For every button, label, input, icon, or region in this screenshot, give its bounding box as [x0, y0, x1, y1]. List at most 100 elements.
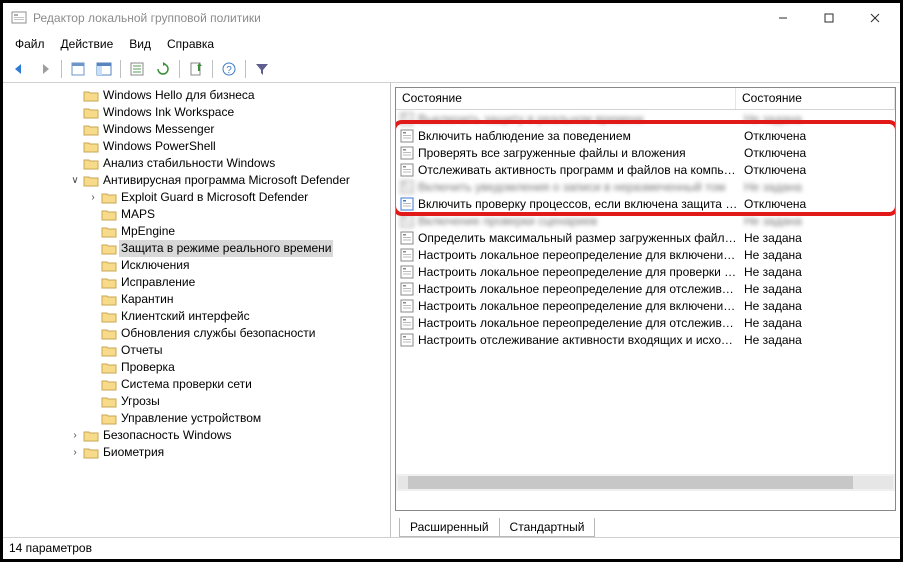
folder-icon: [83, 89, 99, 103]
list-row[interactable]: Включить наблюдение за поведениемОтключе…: [396, 127, 895, 144]
list-row-name: Настроить локальное переопределение для …: [416, 316, 738, 330]
tree-item[interactable]: Windows Ink Workspace: [69, 104, 390, 121]
minimize-button[interactable]: [760, 3, 806, 33]
tree-item[interactable]: Защита в режиме реального времени: [69, 240, 390, 257]
tab-extended[interactable]: Расширенный: [399, 518, 500, 537]
tree-item-label: Исключения: [119, 257, 192, 274]
list-row[interactable]: Настроить локальное переопределение для …: [396, 314, 895, 331]
expand-icon[interactable]: ›: [69, 427, 81, 444]
tree-item[interactable]: Анализ стабильности Windows: [69, 155, 390, 172]
tree-item[interactable]: Исключения: [69, 257, 390, 274]
toolbar-icon-3[interactable]: [125, 57, 149, 81]
policy-icon: [398, 333, 416, 347]
list-row-name: Настроить локальное переопределение для …: [416, 282, 738, 296]
list-row[interactable]: Настроить локальное переопределение для …: [396, 297, 895, 314]
tree-item[interactable]: Карантин: [69, 291, 390, 308]
tree-item[interactable]: ∨Антивирусная программа Microsoft Defend…: [69, 172, 390, 189]
list-row[interactable]: Включить уведомления о записи в неразмеч…: [396, 178, 895, 195]
policy-icon: [398, 231, 416, 245]
policy-icon: [398, 112, 416, 126]
list-header: Состояние Состояние: [396, 88, 895, 110]
tree-item[interactable]: MpEngine: [69, 223, 390, 240]
list-row-state: Не задана: [738, 214, 895, 228]
toolbar-separator-2: [120, 60, 121, 78]
statusbar-text: 14 параметров: [9, 541, 92, 555]
maximize-button[interactable]: [806, 3, 852, 33]
expand-icon[interactable]: ›: [87, 189, 99, 206]
menu-action[interactable]: Действие: [53, 35, 122, 53]
list-row-name: Включить уведомления о записи в неразмеч…: [416, 180, 738, 194]
menu-view[interactable]: Вид: [121, 35, 159, 53]
folder-icon: [101, 191, 117, 205]
list-row[interactable]: Выключить защиту в реальном времениНе за…: [396, 110, 895, 127]
tree-item[interactable]: Отчеты: [69, 342, 390, 359]
list-row[interactable]: Настроить локальное переопределение для …: [396, 280, 895, 297]
tree-item[interactable]: Угрозы: [69, 393, 390, 410]
tree-item[interactable]: Windows PowerShell: [69, 138, 390, 155]
folder-icon: [101, 395, 117, 409]
tree-item-label: Exploit Guard в Microsoft Defender: [119, 189, 310, 206]
list-row-name: Отслеживать активность программ и файлов…: [416, 163, 738, 177]
column-name[interactable]: Состояние: [396, 88, 736, 109]
export-button[interactable]: [184, 57, 208, 81]
menu-file[interactable]: Файл: [7, 35, 53, 53]
tree-item-label: Проверка: [119, 359, 177, 376]
list-row[interactable]: Настроить отслеживание активности входящ…: [396, 331, 895, 348]
list-row[interactable]: Настроить локальное переопределение для …: [396, 246, 895, 263]
tab-standard[interactable]: Стандартный: [499, 518, 596, 537]
tree-item[interactable]: Обновления службы безопасности: [69, 325, 390, 342]
refresh-button[interactable]: [151, 57, 175, 81]
list-row[interactable]: Включение проверки сценариевНе задана: [396, 212, 895, 229]
list-row-state: Не задана: [738, 316, 895, 330]
tree-item[interactable]: MAPS: [69, 206, 390, 223]
toolbar-icon-1[interactable]: [66, 57, 90, 81]
list-row[interactable]: Проверять все загруженные файлы и вложен…: [396, 144, 895, 161]
tree-item-label: Windows PowerShell: [101, 138, 218, 155]
help-button[interactable]: ?: [217, 57, 241, 81]
forward-button[interactable]: [33, 57, 57, 81]
folder-icon: [83, 429, 99, 443]
expand-icon[interactable]: ›: [69, 444, 81, 461]
list-row[interactable]: Отслеживать активность программ и файлов…: [396, 161, 895, 178]
close-button[interactable]: [852, 3, 898, 33]
tree-item[interactable]: Windows Messenger: [69, 121, 390, 138]
list-row-name: Настроить отслеживание активности входящ…: [416, 333, 738, 347]
tree-item[interactable]: Система проверки сети: [69, 376, 390, 393]
tabs-row: Расширенный Стандартный: [391, 515, 900, 537]
tree-item-label: Безопасность Windows: [101, 427, 234, 444]
folder-icon: [83, 157, 99, 171]
back-button[interactable]: [7, 57, 31, 81]
toolbar-icon-2[interactable]: [92, 57, 116, 81]
toolbar-separator-4: [212, 60, 213, 78]
tree-item[interactable]: › Безопасность Windows: [69, 427, 390, 444]
tree-item[interactable]: Windows Hello для бизнеса: [69, 87, 390, 104]
right-pane: Состояние Состояние Выключить защиту в р…: [391, 83, 900, 537]
tree-item[interactable]: ›Биометрия: [69, 444, 390, 461]
tree-item[interactable]: › Exploit Guard в Microsoft Defender: [69, 189, 390, 206]
tree-item-label: Карантин: [119, 291, 175, 308]
tree-item[interactable]: Проверка: [69, 359, 390, 376]
folder-icon: [101, 361, 117, 375]
list-row[interactable]: Настроить локальное переопределение для …: [396, 263, 895, 280]
list-row-state: Отключена: [738, 163, 895, 177]
expand-icon[interactable]: ∨: [69, 172, 81, 189]
filter-button[interactable]: [250, 57, 274, 81]
folder-icon: [101, 293, 117, 307]
svg-text:?: ?: [226, 65, 232, 76]
horizontal-scrollbar[interactable]: [396, 474, 895, 491]
policy-icon: [398, 197, 416, 211]
tree-item[interactable]: Клиентский интерфейс: [69, 308, 390, 325]
list-row[interactable]: Включить проверку процессов, если включе…: [396, 195, 895, 212]
window: Редактор локальной групповой политики Фа…: [0, 0, 903, 562]
tree-item[interactable]: Управление устройством: [69, 410, 390, 427]
list-row-name: Включение проверки сценариев: [416, 214, 738, 228]
list-row-name: Включить проверку процессов, если включе…: [416, 197, 738, 211]
column-state[interactable]: Состояние: [736, 88, 895, 109]
tree-item[interactable]: Исправление: [69, 274, 390, 291]
tree[interactable]: Windows Hello для бизнесаWindows Ink Wor…: [69, 87, 390, 461]
list-row[interactable]: Определить максимальный размер загруженн…: [396, 229, 895, 246]
folder-icon: [101, 208, 117, 222]
window-title: Редактор локальной групповой политики: [33, 11, 261, 25]
menu-help[interactable]: Справка: [159, 35, 222, 53]
list-body[interactable]: Выключить защиту в реальном времениНе за…: [396, 110, 895, 491]
